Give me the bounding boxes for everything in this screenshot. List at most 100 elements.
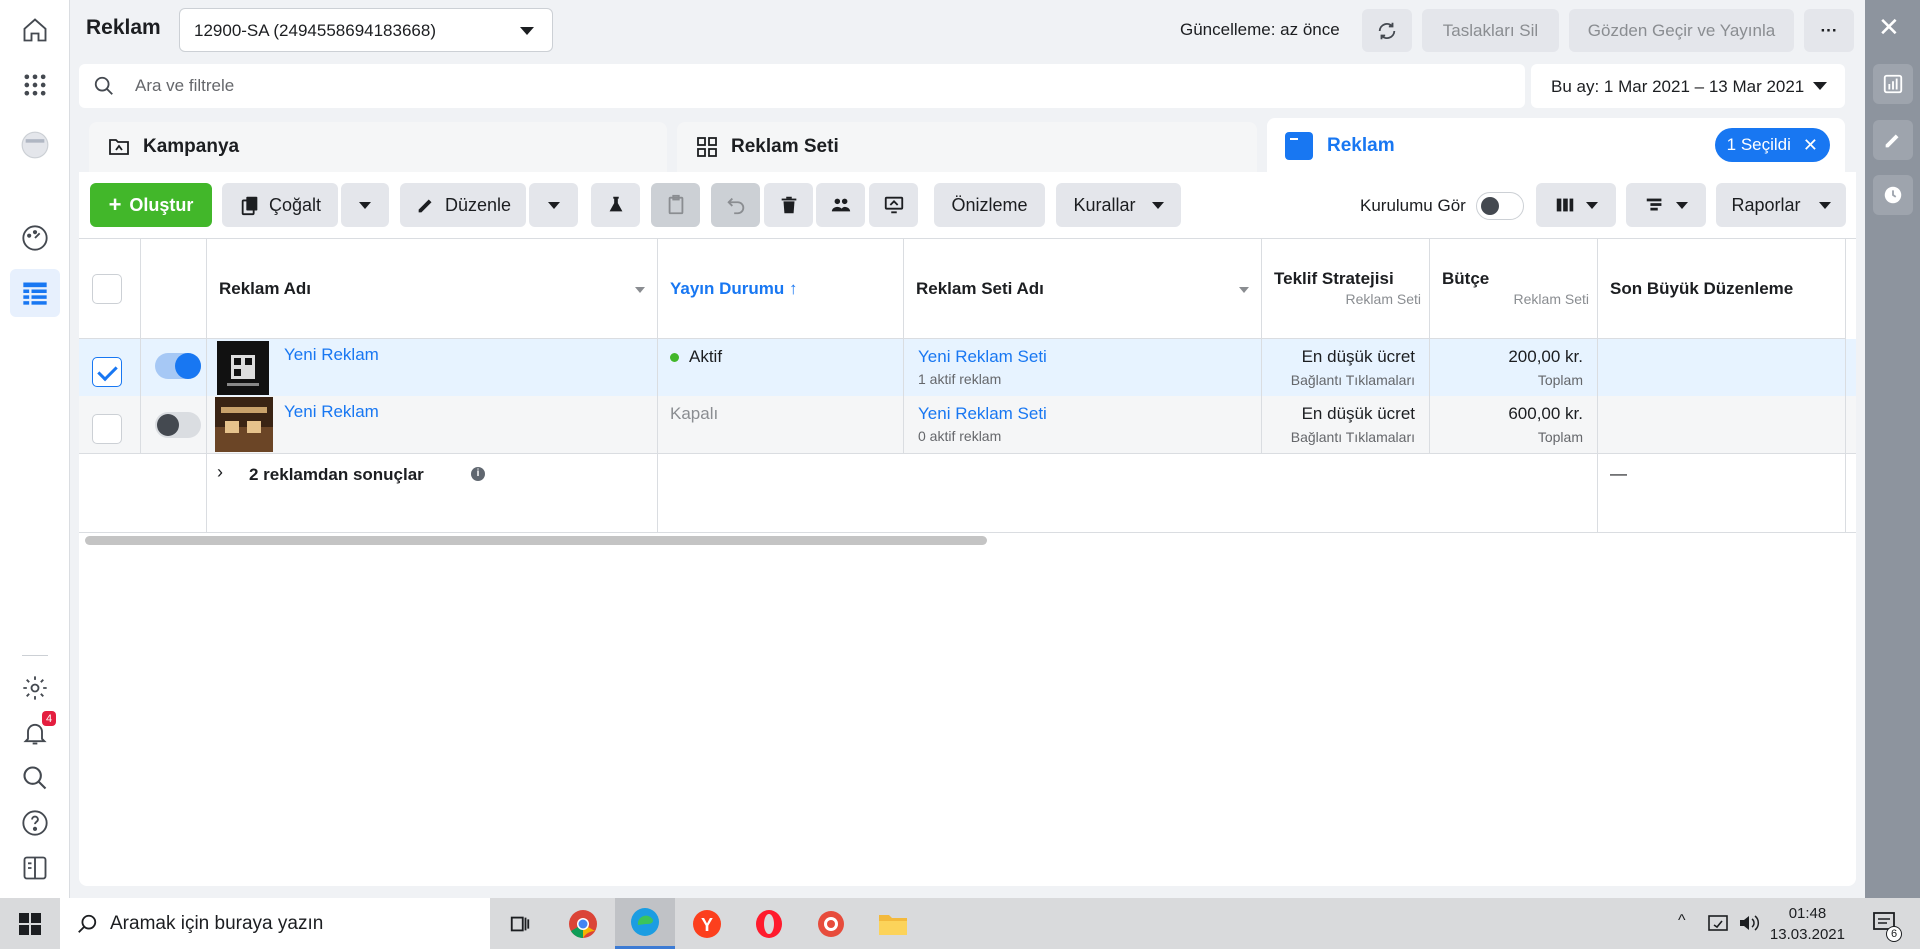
opera-icon[interactable] <box>739 898 799 949</box>
edit-dropdown-button[interactable] <box>529 183 578 227</box>
selected-count-badge[interactable]: 1 Seçildi ✕ <box>1714 128 1830 162</box>
home-icon[interactable] <box>17 12 53 48</box>
folder-icon <box>109 139 129 155</box>
breakdown-button[interactable] <box>1626 183 1706 227</box>
clear-selection-icon[interactable]: ✕ <box>1803 135 1818 156</box>
view-setup-toggle[interactable] <box>1476 192 1524 220</box>
column-label: Bütçe <box>1442 269 1490 288</box>
file-explorer-icon[interactable] <box>863 898 923 949</box>
ad-toggle-off[interactable] <box>155 412 201 438</box>
ad-name[interactable]: Yeni Reklam <box>284 345 379 365</box>
ab-test-button[interactable] <box>591 183 640 227</box>
adset-sub: 1 aktif reklam <box>918 371 1002 387</box>
clock-icon[interactable] <box>1873 175 1913 215</box>
panel-toggle-icon[interactable] <box>17 850 53 886</box>
reports-button[interactable]: Raporlar <box>1716 183 1846 227</box>
system-tray: ^ 01:48 13.03.2021 6 <box>1660 898 1920 949</box>
reports-label: Raporlar <box>1731 194 1801 215</box>
row-checkbox[interactable] <box>92 414 122 444</box>
rules-button[interactable]: Kurallar <box>1056 183 1181 227</box>
tab-ad[interactable]: Reklam 1 Seçildi ✕ <box>1267 118 1845 173</box>
account-name: 12900-SA (2494558694183668) <box>194 21 436 40</box>
column-header-ad-name[interactable]: Reklam Adı <box>207 239 658 339</box>
bid-strategy: En düşük ücret <box>1301 404 1415 423</box>
column-label: Reklam Seti Adı <box>916 279 1044 298</box>
apps-grid-icon[interactable] <box>17 67 53 103</box>
tab-adset[interactable]: Reklam Seti <box>677 122 1257 172</box>
chrome-icon[interactable] <box>553 898 613 949</box>
edit-button[interactable]: Düzenle <box>400 183 526 227</box>
summary-row: › 2 reklamdan sonuçlar i — <box>79 453 1856 533</box>
column-header-adset-name[interactable]: Reklam Seti Adı <box>904 239 1262 339</box>
more-options-button[interactable]: ··· <box>1804 9 1854 52</box>
row-checkbox[interactable] <box>92 357 122 387</box>
share-button[interactable] <box>869 183 918 227</box>
ad-name[interactable]: Yeni Reklam <box>284 402 379 422</box>
chevron-down-icon <box>1676 201 1688 209</box>
update-status: Güncelleme: az önce <box>1180 20 1340 39</box>
horizontal-scrollbar[interactable] <box>85 536 987 545</box>
settings-gear-icon[interactable] <box>17 670 53 706</box>
chevron-up-icon[interactable]: ^ <box>1678 912 1686 930</box>
table-row[interactable]: Yeni Reklam Aktif Yeni Reklam Seti 1 akt… <box>79 339 1856 396</box>
taskbar-search[interactable]: Aramak için buraya yazın <box>60 898 490 949</box>
create-button[interactable]: + Oluştur <box>90 183 212 227</box>
summary-label-cell[interactable]: › 2 reklamdan sonuçlar i <box>207 454 658 532</box>
ads-manager-table-icon[interactable] <box>10 269 60 317</box>
clock[interactable]: 01:48 13.03.2021 <box>1770 903 1845 945</box>
column-header-delivery[interactable]: Yayın Durumu ↑ <box>658 239 904 339</box>
info-icon[interactable]: i <box>471 467 485 481</box>
delete-button[interactable] <box>764 183 813 227</box>
volume-icon[interactable] <box>1738 913 1760 933</box>
network-icon[interactable] <box>1708 913 1730 933</box>
dashboard-gauge-icon[interactable] <box>17 220 53 256</box>
edge-icon[interactable] <box>615 898 675 949</box>
adset-link[interactable]: Yeni Reklam Seti <box>918 404 1047 424</box>
delete-drafts-button[interactable]: Taslakları Sil <box>1422 9 1559 52</box>
tab-campaign[interactable]: Kampanya <box>89 122 667 172</box>
refresh-button[interactable] <box>1362 9 1412 52</box>
app-icon[interactable] <box>801 898 861 949</box>
search-input[interactable] <box>135 64 1505 108</box>
page-title: Reklam <box>86 16 161 39</box>
duplicate-dropdown-button[interactable] <box>341 183 389 227</box>
task-view-icon[interactable] <box>490 898 550 949</box>
edit-label: Düzenle <box>444 194 512 215</box>
account-avatar[interactable] <box>17 127 53 163</box>
search-icon[interactable] <box>17 760 53 796</box>
pencil-icon[interactable] <box>1873 120 1913 160</box>
table-row[interactable]: Yeni Reklam Kapalı Yeni Reklam Seti 0 ak… <box>79 396 1856 453</box>
ads-table: Reklam Adı Yayın Durumu ↑ Reklam Seti Ad… <box>79 238 1856 533</box>
column-header-last-edit[interactable]: Son Büyük Düzenleme <box>1598 239 1846 339</box>
clock-date: 13.03.2021 <box>1769 926 1845 943</box>
ad-toggle-on[interactable] <box>155 353 201 379</box>
review-publish-button[interactable]: Gözden Geçir ve Yayınla <box>1569 9 1794 52</box>
date-range-selector[interactable]: Bu ay: 1 Mar 2021 – 13 Mar 2021 <box>1531 64 1845 108</box>
svg-text:Y: Y <box>701 915 713 935</box>
duplicate-button[interactable]: Çoğalt <box>222 183 338 227</box>
preview-button[interactable]: Önizleme <box>934 183 1045 227</box>
left-nav-rail: 4 <box>0 0 70 898</box>
chevron-right-icon[interactable]: › <box>217 462 223 483</box>
adset-link[interactable]: Yeni Reklam Seti <box>918 347 1047 367</box>
chart-icon[interactable] <box>1873 64 1913 104</box>
help-icon[interactable] <box>17 805 53 841</box>
audience-button[interactable] <box>816 183 865 227</box>
select-all-checkbox[interactable] <box>92 274 122 304</box>
delivery-cell: Aktif <box>658 339 904 396</box>
windows-start-icon[interactable] <box>18 912 42 936</box>
clipboard-button[interactable] <box>651 183 700 227</box>
pencil-icon <box>418 199 432 213</box>
undo-button[interactable] <box>711 183 760 227</box>
columns-icon <box>1556 198 1574 212</box>
column-header-bid-strategy[interactable]: Teklif Stratejisi Reklam Seti <box>1262 239 1430 339</box>
account-selector[interactable]: 12900-SA (2494558694183668) <box>179 8 553 52</box>
column-header-budget[interactable]: Bütçe Reklam Seti <box>1430 239 1598 339</box>
toggle-header <box>141 239 207 339</box>
columns-button[interactable] <box>1536 183 1616 227</box>
notifications-bell-icon[interactable]: 4 <box>17 711 56 751</box>
close-icon[interactable]: ✕ <box>1878 14 1900 40</box>
adset-cell: Yeni Reklam Seti 1 aktif reklam <box>904 339 1262 396</box>
yandex-icon[interactable]: Y <box>677 898 737 949</box>
grid-icon <box>697 137 717 157</box>
